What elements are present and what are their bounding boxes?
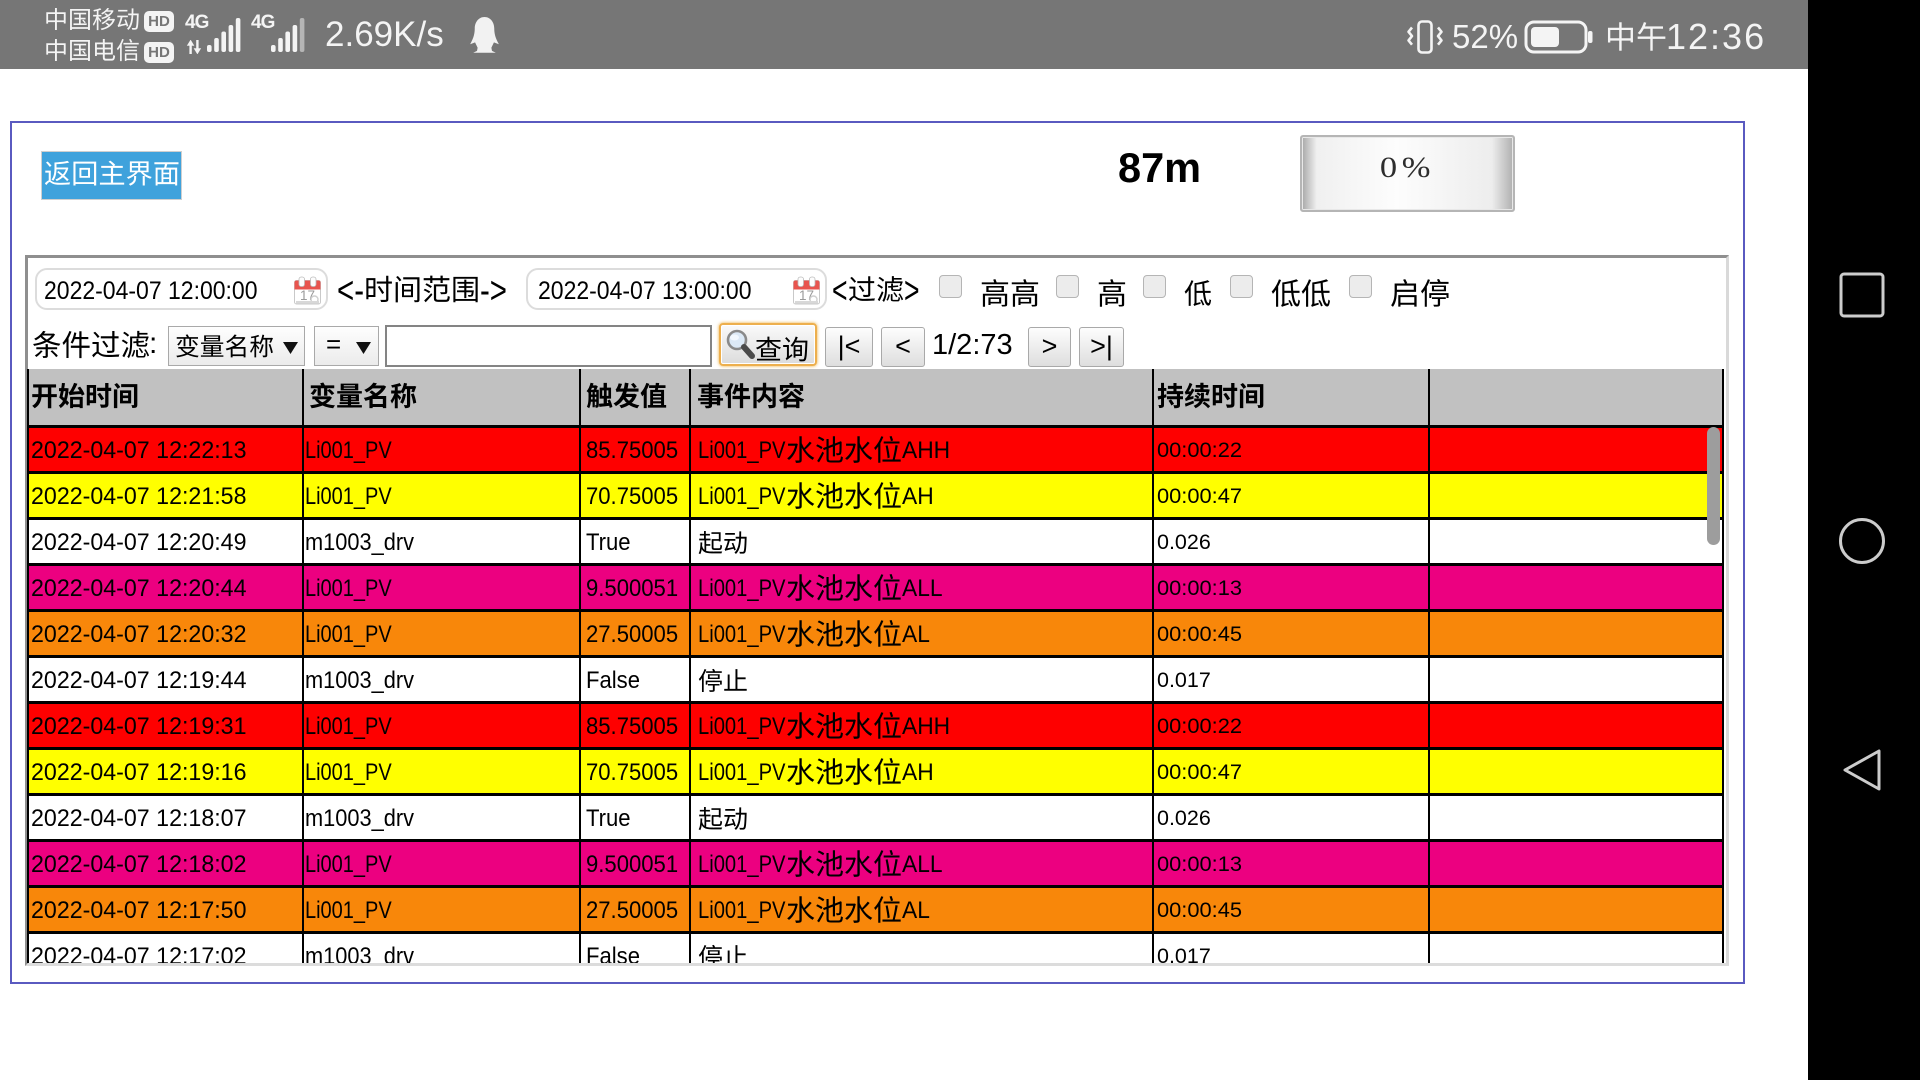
svg-text:17: 17 xyxy=(799,288,814,303)
svg-text:17: 17 xyxy=(300,288,315,303)
